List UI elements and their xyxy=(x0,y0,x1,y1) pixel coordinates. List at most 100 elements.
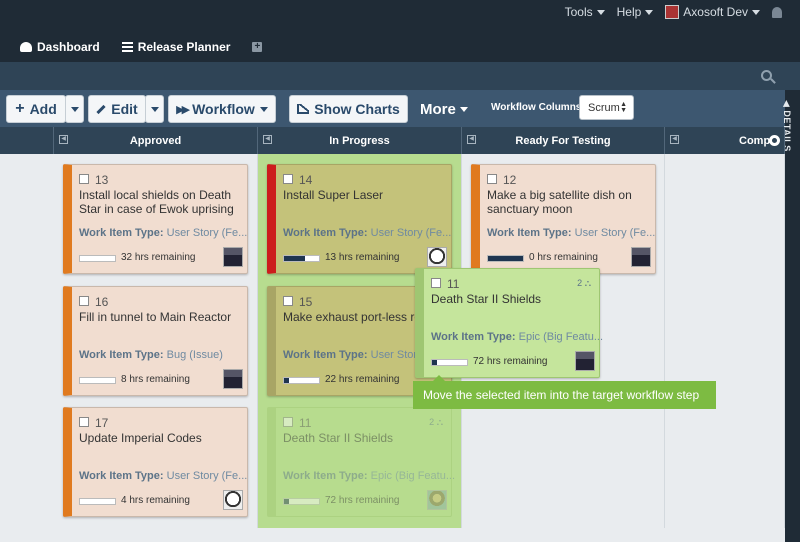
card-checkbox[interactable] xyxy=(283,174,293,184)
bell-icon[interactable] xyxy=(772,6,782,18)
work-item-card-17[interactable]: 17 Update Imperial Codes Work Item Type:… xyxy=(63,407,248,517)
card-title[interactable]: Install Super Laser xyxy=(283,188,451,202)
more-label: More xyxy=(420,101,456,118)
work-item-card-12[interactable]: 12 Make a big satellite dish on sanctuar… xyxy=(471,164,656,274)
tab-release-planner[interactable]: Release Planner xyxy=(121,40,230,54)
workflow-columns-select[interactable]: Scrum ▲ ▼ xyxy=(579,95,634,120)
card-checkbox[interactable] xyxy=(487,174,497,184)
hierarchy-icon: ⛬ xyxy=(436,417,443,427)
type-label: Work Item Type: xyxy=(487,227,572,239)
card-work-item-type: Work Item Type: Epic (Big Featu... xyxy=(283,470,455,482)
card-checkbox[interactable] xyxy=(79,296,89,306)
column-label: Ready For Testing xyxy=(515,135,611,147)
progress-bar xyxy=(79,255,116,262)
card-work-item-type: Work Item Type: User Story (Fe... xyxy=(79,470,251,482)
add-tab-icon[interactable]: + xyxy=(252,42,263,52)
help-menu[interactable]: Help xyxy=(617,5,654,19)
hours-remaining: 0 hrs remaining xyxy=(529,252,598,263)
card-number: 13 xyxy=(95,173,109,187)
hours-remaining: 72 hrs remaining xyxy=(325,495,400,506)
chevron-left-icon: ◀ xyxy=(782,100,792,111)
card-title[interactable]: Make a big satellite dish on sanctuary m… xyxy=(487,188,655,216)
card-work-item-type: Work Item Type: User Story (Fe... xyxy=(487,227,659,239)
card-number: 14 xyxy=(299,173,313,187)
dragged-work-item-card-11[interactable]: 11 2 ⛬ Death Star II Shields Work Item T… xyxy=(415,268,603,378)
chevron-down-icon xyxy=(459,107,468,112)
avatar xyxy=(427,490,447,510)
tools-label: Tools xyxy=(564,5,593,19)
type-label: Work Item Type: xyxy=(283,470,368,482)
type-label: Work Item Type: xyxy=(79,349,164,361)
card-work-item-type: Work Item Type: Bug (Issue) xyxy=(79,349,251,361)
collapse-icon[interactable]: ◀ xyxy=(670,135,679,144)
card-number: 11 xyxy=(447,277,460,291)
card-title[interactable]: Fill in tunnel to Main Reactor xyxy=(79,310,247,324)
progress-bar xyxy=(79,377,116,384)
avatar[interactable] xyxy=(223,490,243,510)
gear-icon[interactable] xyxy=(769,135,780,146)
progress-fill xyxy=(432,360,438,365)
workflow-columns-value: Scrum xyxy=(588,101,620,114)
work-item-card-13[interactable]: 13 Install local shields on Death Star i… xyxy=(63,164,248,274)
plus-icon: + xyxy=(15,100,25,117)
type-label: Work Item Type: xyxy=(431,331,516,343)
search-icon[interactable] xyxy=(761,70,772,81)
card-work-item-type: Work Item Type: User Story (Fe... xyxy=(283,227,455,239)
type-value: Epic (Big Featu... xyxy=(518,331,603,343)
avatar[interactable] xyxy=(631,247,651,267)
card-title[interactable]: Update Imperial Codes xyxy=(79,431,247,445)
nav-tabs: Dashboard Release Planner + xyxy=(20,40,263,54)
search-bar xyxy=(0,62,800,90)
avatar[interactable] xyxy=(223,369,243,389)
hours-remaining: 8 hrs remaining xyxy=(121,374,190,385)
card-checkbox[interactable] xyxy=(79,417,89,427)
type-label: Work Item Type: xyxy=(79,227,164,239)
edit-button[interactable]: Edit xyxy=(88,95,146,123)
child-count: 2 ⛬ xyxy=(577,278,591,289)
card-number: 11 xyxy=(299,416,312,430)
progress-fill xyxy=(284,256,305,261)
details-panel[interactable] xyxy=(785,90,800,542)
tab-dashboard-label: Dashboard xyxy=(37,40,100,54)
chevron-down-icon xyxy=(645,9,654,15)
chevron-down-icon xyxy=(752,9,760,15)
show-charts-label: Show Charts xyxy=(314,101,400,117)
avatar[interactable] xyxy=(575,351,595,371)
tools-menu[interactable]: Tools xyxy=(565,5,605,19)
card-number: 17 xyxy=(95,416,109,430)
column-header-complete: ◀ Comp xyxy=(665,127,785,154)
type-label: Work Item Type: xyxy=(283,349,368,361)
work-item-card-14[interactable]: 14 Install Super Laser Work Item Type: U… xyxy=(267,164,452,274)
user-menu[interactable]: Axosoft Dev xyxy=(665,5,760,19)
card-checkbox[interactable] xyxy=(283,296,293,306)
card-checkbox xyxy=(283,417,293,427)
more-menu[interactable]: More xyxy=(420,101,468,118)
workflow-button[interactable]: ▶▶ Workflow xyxy=(168,95,276,123)
hours-remaining: 72 hrs remaining xyxy=(473,356,548,367)
column-header-ready-for-testing: ◀ Ready For Testing xyxy=(462,127,665,154)
add-dropdown-button[interactable] xyxy=(65,95,84,123)
card-title[interactable]: Install local shields on Death Star in c… xyxy=(79,188,247,216)
avatar[interactable] xyxy=(427,247,447,267)
workflow-label: Workflow xyxy=(192,101,255,117)
edit-dropdown-button[interactable] xyxy=(145,95,164,123)
child-count-value: 2 xyxy=(577,278,583,288)
add-button[interactable]: + Add xyxy=(6,95,66,123)
show-charts-button[interactable]: Show Charts xyxy=(289,95,408,123)
card-title: Death Star II Shields xyxy=(283,431,394,445)
tab-dashboard[interactable]: Dashboard xyxy=(20,40,100,54)
card-work-item-type: Work Item Type: User Story (Fe... xyxy=(79,227,251,239)
work-item-card-11-placeholder: 11 2 ⛬ Death Star II Shields Work Item T… xyxy=(267,407,455,517)
child-count-value: 2 xyxy=(429,417,435,427)
hours-remaining: 32 hrs remaining xyxy=(121,252,196,263)
card-checkbox[interactable] xyxy=(79,174,89,184)
card-title[interactable]: Death Star II Shields xyxy=(431,292,599,306)
workflow-columns-label: Workflow Columns: xyxy=(491,102,585,113)
type-value: Bug (Issue) xyxy=(166,349,223,361)
chevron-down-icon xyxy=(596,9,605,15)
chevron-down-icon xyxy=(150,106,159,112)
work-item-card-16[interactable]: 16 Fill in tunnel to Main Reactor Work I… xyxy=(63,286,248,396)
chevron-down-icon xyxy=(259,106,268,112)
avatar[interactable] xyxy=(223,247,243,267)
card-checkbox[interactable] xyxy=(431,278,441,288)
